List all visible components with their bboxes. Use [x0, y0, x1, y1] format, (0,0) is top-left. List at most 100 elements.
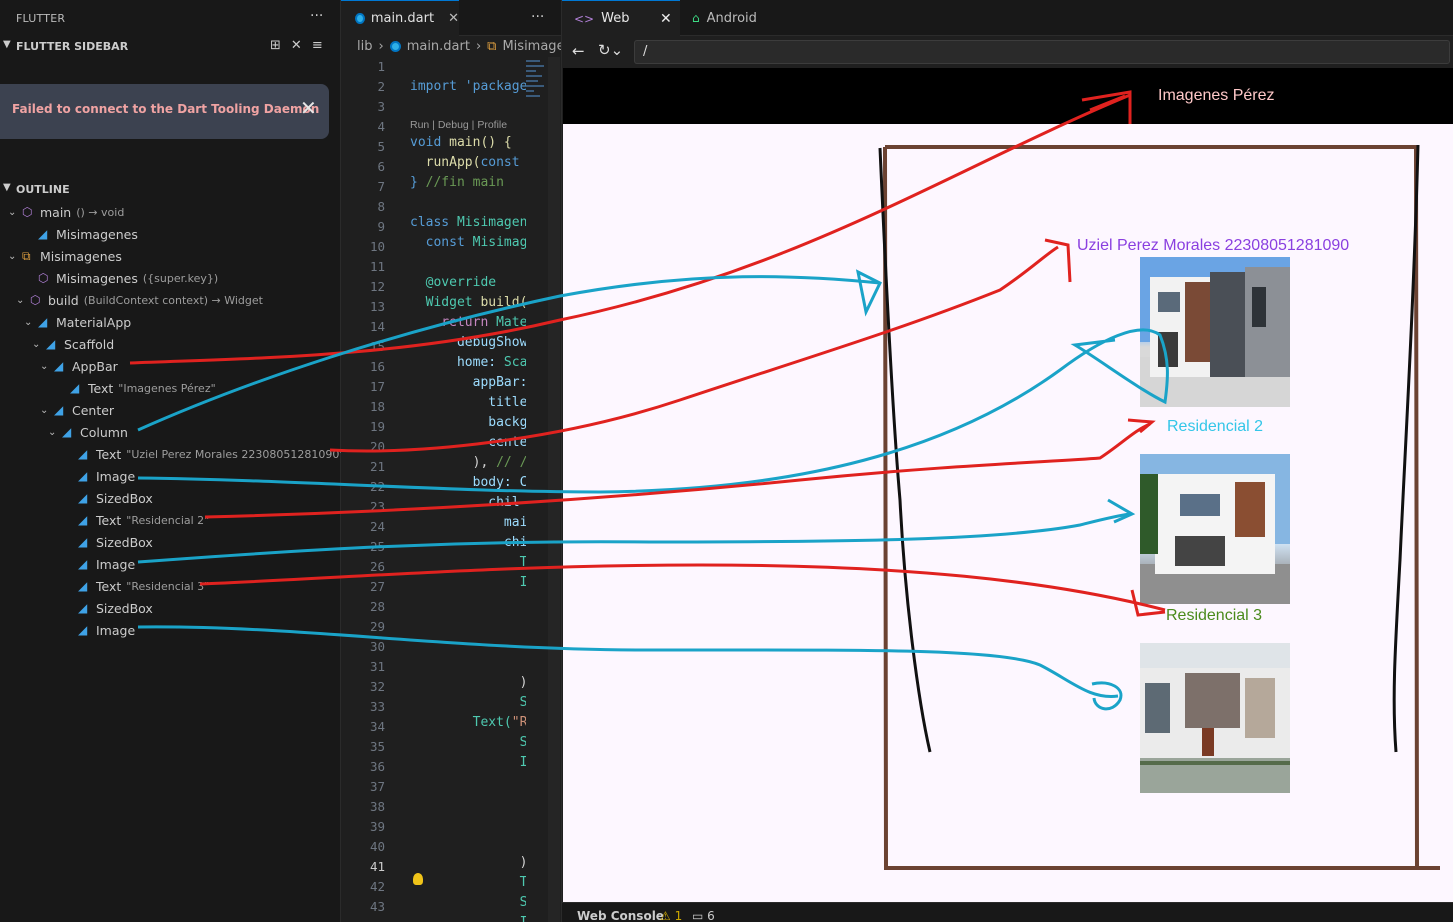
code-line-19: cente: [410, 435, 526, 450]
outline-item[interactable]: ⌄ ◢ Column: [48, 421, 133, 443]
tab-web[interactable]: <> Web ✕: [562, 0, 680, 36]
flutter-icon: ◢: [78, 447, 88, 461]
android-icon: ⌂: [692, 11, 700, 25]
outline-item[interactable]: ◢ Image: [64, 619, 140, 641]
outline-item-label: Text: [96, 446, 122, 462]
message-count: 6: [707, 909, 715, 922]
code-text[interactable]: import 'package Run | Debug | Profile vo…: [410, 57, 526, 922]
code-token: import 'package: [410, 79, 526, 94]
line-number: 34: [369, 719, 385, 734]
tab-android[interactable]: ⌂ Android: [680, 0, 800, 36]
more-actions-button[interactable]: ···: [531, 9, 544, 25]
outline-item-label: Text: [96, 512, 122, 528]
line-number: 13: [369, 299, 385, 314]
outline-item[interactable]: ◢ Image: [64, 465, 140, 487]
reload-icon[interactable]: ↻⌄: [598, 41, 623, 59]
outline-item[interactable]: ⌄ ◢ MaterialApp: [24, 311, 136, 333]
breadcrumb-file[interactable]: main.dart: [407, 39, 470, 54]
house-image-1: [1140, 257, 1290, 407]
line-number: 22: [369, 479, 385, 494]
cube-icon: ⬡: [38, 271, 49, 285]
close-icon[interactable]: ✕: [660, 11, 672, 27]
flutter-icon: ◢: [78, 623, 88, 637]
outline-item-label: Scaffold: [64, 336, 115, 352]
preview-panel: <> Web ✕ ⌂ Android ← ↻⌄ / Imagenes Pérez…: [561, 0, 1453, 922]
code-line-31: ): [410, 675, 526, 690]
chevron-down-icon[interactable]: ⌄: [40, 361, 54, 372]
outline-item[interactable]: ⌄ ⧉ Misimagenes: [8, 245, 127, 267]
url-input[interactable]: /: [634, 40, 1450, 64]
tab-main-dart[interactable]: main.dart ✕: [341, 0, 459, 36]
flutter-icon: ◢: [54, 403, 64, 417]
code-token: Misimagen: [449, 215, 526, 230]
chevron-down-icon[interactable]: ⌄: [32, 339, 46, 350]
chevron-down-icon[interactable]: ⌄: [40, 405, 54, 416]
outline-item[interactable]: ◢ Misimagenes: [24, 223, 143, 245]
line-number: 7: [377, 179, 385, 194]
outline-item-label: Image: [96, 622, 136, 638]
chevron-down-icon[interactable]: ⌄: [8, 251, 22, 262]
chevron-down-icon[interactable]: ⌄: [48, 427, 62, 438]
notification-message: Failed to connect to the Dart Tooling Da…: [12, 102, 320, 116]
tools-icon[interactable]: ✕: [291, 38, 302, 53]
web-console-bar[interactable]: Web Console ⚠ 1 ▭ 6: [562, 902, 1453, 922]
list-icon[interactable]: ≡: [312, 38, 323, 53]
house-photo-2: [1140, 454, 1290, 604]
minimap[interactable]: [526, 57, 546, 197]
outline-item[interactable]: ◢ SizedBox: [64, 597, 158, 619]
code-line-11: @override: [410, 275, 497, 290]
panel-title: FLUTTER: [16, 12, 66, 25]
outline-item-label: AppBar: [72, 358, 118, 374]
outline-item[interactable]: ◢ Text "Residencial 3": [64, 575, 209, 597]
outline-item[interactable]: ◢ SizedBox: [64, 531, 158, 553]
house-photo-3: [1140, 643, 1290, 793]
code-line-18: backg: [410, 415, 526, 430]
cube-icon: ⬡: [30, 293, 41, 307]
lightbulb-icon[interactable]: [413, 873, 423, 885]
outline-item[interactable]: ⌄ ⬡ main () → void: [8, 201, 124, 223]
chevron-right-icon: ›: [475, 39, 482, 54]
line-number: 27: [369, 579, 385, 594]
chevron-down-icon[interactable]: ⌄: [8, 207, 22, 218]
line-number: 3: [377, 99, 385, 114]
outline-item[interactable]: ⌄ ⬡ build (BuildContext context) → Widget: [16, 289, 263, 311]
outline-item[interactable]: ◢ Image: [64, 553, 140, 575]
outline-section-header[interactable]: ▼ OUTLINE: [0, 180, 341, 200]
outline-item[interactable]: ◢ Text "Imagenes Pérez": [56, 377, 216, 399]
sidebar-toolbar: ⊞ ✕ ≡: [270, 38, 323, 53]
more-actions-button[interactable]: ···: [310, 8, 323, 24]
outline-item[interactable]: ⌄ ◢ Center: [40, 399, 119, 421]
line-number: 23: [369, 499, 385, 514]
line-number: 4: [377, 119, 385, 134]
line-number: 31: [369, 659, 385, 674]
close-icon[interactable]: ✕: [448, 11, 459, 26]
outline-item[interactable]: ⌄ ◢ AppBar: [40, 355, 123, 377]
house-image-3: [1140, 643, 1290, 793]
flutter-icon: ◢: [78, 513, 88, 527]
line-number: 18: [369, 399, 385, 414]
codelens-run-debug-profile[interactable]: Run | Debug | Profile: [410, 119, 507, 131]
code-token: const: [480, 155, 520, 170]
close-icon[interactable]: ✕: [300, 96, 317, 120]
outline-item[interactable]: ⬡ Misimagenes ({super.key}): [24, 267, 218, 289]
console-label: Web Console: [577, 909, 664, 922]
code-token: Sca: [503, 355, 526, 370]
code-line-12: Widget build(: [410, 293, 526, 313]
vertical-scrollbar[interactable]: [548, 57, 560, 922]
chevron-down-icon[interactable]: ⌄: [16, 295, 30, 306]
outline-item-label: SizedBox: [96, 600, 153, 616]
outline-item[interactable]: ⌄ ◢ Scaffold: [32, 333, 119, 355]
flutter-icon: ◢: [78, 557, 88, 571]
back-arrow-icon[interactable]: ←: [572, 42, 585, 60]
chevron-down-icon[interactable]: ⌄: [24, 317, 38, 328]
outline-item[interactable]: ◢ Text "Residencial 2": [64, 509, 209, 531]
outline-item-label: Image: [96, 556, 136, 572]
flutter-icon: ◢: [78, 491, 88, 505]
new-folder-icon[interactable]: ⊞: [270, 38, 281, 53]
flutter-icon: ◢: [78, 579, 88, 593]
outline-item[interactable]: ◢ Text "Uziel Perez Morales 22308051281090…: [64, 443, 344, 465]
breadcrumb-folder[interactable]: lib: [357, 39, 372, 54]
code-line-23: mai: [410, 515, 526, 530]
outline-item-detail: "Residencial 3": [126, 579, 210, 593]
outline-item[interactable]: ◢ SizedBox: [64, 487, 158, 509]
